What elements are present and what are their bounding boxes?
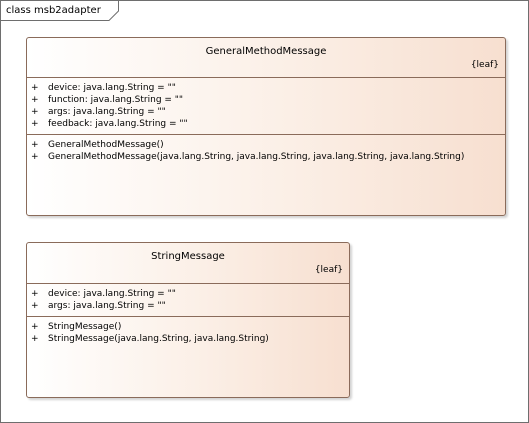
operation-text: StringMessage(java.lang.String, java.lan… bbox=[48, 334, 269, 344]
frame-tab: class msb2adapter bbox=[1, 1, 119, 21]
operations-compartment: + StringMessage() + StringMessage(java.l… bbox=[27, 317, 349, 349]
class-header: StringMessage {leaf} bbox=[27, 243, 349, 284]
visibility-marker: + bbox=[31, 107, 39, 117]
diagram-frame: class msb2adapter GeneralMethodMessage {… bbox=[0, 0, 529, 423]
operation-row[interactable]: + StringMessage(java.lang.String, java.l… bbox=[27, 333, 349, 345]
operation-row[interactable]: + GeneralMethodMessage(java.lang.String,… bbox=[27, 151, 505, 163]
attribute-text: args: java.lang.String = "" bbox=[48, 107, 166, 117]
visibility-marker: + bbox=[31, 119, 39, 129]
attribute-text: device: java.lang.String = "" bbox=[48, 83, 176, 93]
visibility-marker: + bbox=[31, 95, 39, 105]
attribute-row[interactable]: + function: java.lang.String = "" bbox=[27, 94, 505, 106]
attribute-row[interactable]: + args: java.lang.String = "" bbox=[27, 106, 505, 118]
class-box-general-method-message[interactable]: GeneralMethodMessage {leaf} + device: ja… bbox=[26, 37, 506, 216]
visibility-marker: + bbox=[31, 301, 39, 311]
visibility-marker: + bbox=[31, 140, 39, 150]
diagram-title: class msb2adapter bbox=[6, 5, 101, 16]
attribute-text: device: java.lang.String = "" bbox=[48, 289, 176, 299]
class-header: GeneralMethodMessage {leaf} bbox=[27, 38, 505, 78]
attributes-compartment: + device: java.lang.String = "" + args: … bbox=[27, 284, 349, 317]
class-stereotype: {leaf} bbox=[470, 60, 499, 70]
attribute-row[interactable]: + args: java.lang.String = "" bbox=[27, 300, 349, 312]
class-name: GeneralMethodMessage bbox=[205, 46, 327, 57]
attribute-text: args: java.lang.String = "" bbox=[48, 301, 166, 311]
attribute-row[interactable]: + device: java.lang.String = "" bbox=[27, 82, 505, 94]
visibility-marker: + bbox=[31, 83, 39, 93]
class-box-string-message[interactable]: StringMessage {leaf} + device: java.lang… bbox=[26, 242, 350, 398]
operation-row[interactable]: + StringMessage() bbox=[27, 321, 349, 333]
attributes-compartment: + device: java.lang.String = "" + functi… bbox=[27, 78, 505, 135]
operations-compartment: + GeneralMethodMessage() + GeneralMethod… bbox=[27, 135, 505, 167]
operation-text: GeneralMethodMessage() bbox=[48, 140, 164, 150]
visibility-marker: + bbox=[31, 322, 39, 332]
class-name: StringMessage bbox=[151, 251, 225, 262]
visibility-marker: + bbox=[31, 334, 39, 344]
attribute-text: feedback: java.lang.String = "" bbox=[48, 119, 188, 129]
attribute-row[interactable]: + feedback: java.lang.String = "" bbox=[27, 118, 505, 130]
visibility-marker: + bbox=[31, 289, 39, 299]
attribute-text: function: java.lang.String = "" bbox=[48, 95, 184, 105]
class-stereotype: {leaf} bbox=[314, 265, 343, 275]
attribute-row[interactable]: + device: java.lang.String = "" bbox=[27, 288, 349, 300]
operation-row[interactable]: + GeneralMethodMessage() bbox=[27, 139, 505, 151]
operation-text: StringMessage() bbox=[48, 322, 122, 332]
visibility-marker: + bbox=[31, 152, 39, 162]
operation-text: GeneralMethodMessage(java.lang.String, j… bbox=[48, 152, 465, 162]
